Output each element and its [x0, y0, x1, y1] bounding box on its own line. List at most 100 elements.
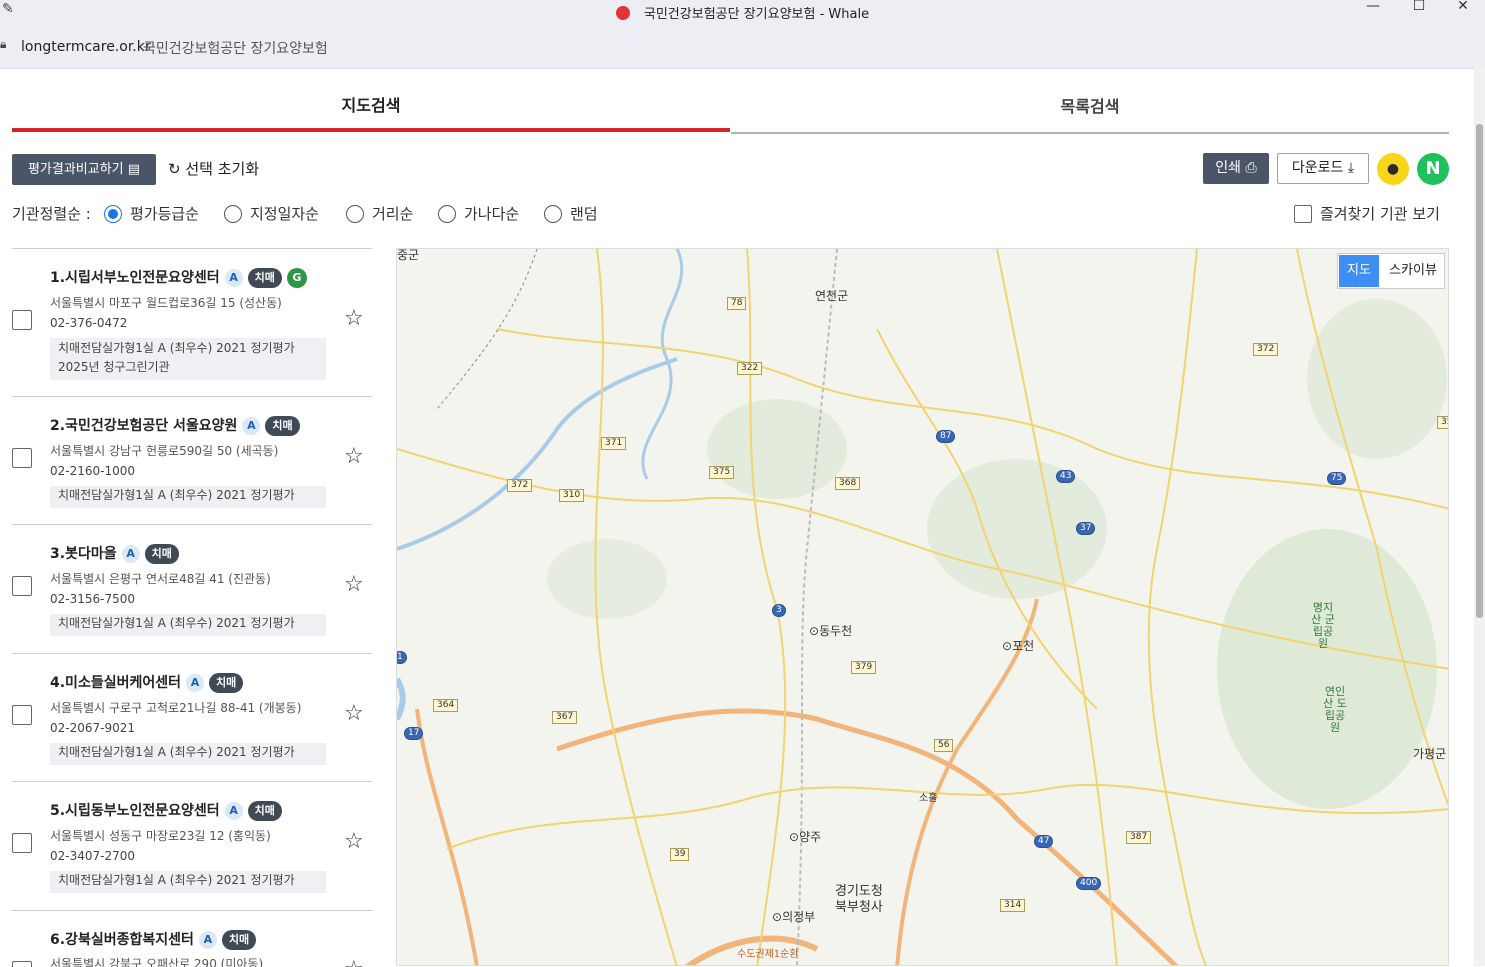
park-label: 연인산 도립공원: [1323, 685, 1347, 734]
route-shield: 310: [559, 489, 585, 502]
route-shield: 322: [737, 362, 763, 375]
list-item: 6.강북실버종합복지센터 A 치매 서울특별시 강북구 오패산로 290 (미아동)…: [12, 911, 372, 967]
tab-list-search[interactable]: 목록검색: [731, 88, 1449, 134]
search-tabs: 지도검색 목록검색: [12, 88, 1449, 136]
grade-badge: A: [224, 802, 243, 820]
radio-icon[interactable]: [224, 205, 242, 223]
facility-phone: 02-2160-1000: [50, 464, 136, 478]
sky-view-button[interactable]: 스카이뷰: [1384, 255, 1442, 287]
route-shield: 1: [397, 651, 407, 664]
route-shield: 3: [772, 604, 786, 617]
address-bar[interactable]: 🔒︎ longtermcare.or.kr 국민건강보험공단 장기요양보험: [0, 22, 1485, 69]
url-text[interactable]: longtermcare.or.kr: [21, 39, 151, 55]
facility-address: 서울특별시 강북구 오패산로 290 (미아동): [50, 957, 264, 967]
route-shield: 387: [1126, 831, 1152, 844]
facility-address: 서울특별시 성동구 마장로23길 12 (홍익동): [50, 829, 271, 843]
list-item: 3.봇다마을 A 치매 서울특별시 은평구 연서로48길 41 (진관동) 02-3…: [12, 525, 372, 654]
favorite-star-icon[interactable]: ☆: [344, 306, 364, 331]
route-shield: 372: [507, 479, 533, 492]
dementia-badge: 치매: [265, 416, 300, 436]
route-shield: 379: [851, 661, 877, 674]
place-label: ⊙의정부: [772, 910, 816, 924]
window-titlebar: ✎ 국민건강보험공단 장기요양보험 - Whale — ☐ ✕: [0, 0, 1485, 22]
reset-selection-button[interactable]: ↻ 선택 초기화: [168, 158, 259, 179]
naver-share-button[interactable]: N: [1417, 153, 1449, 185]
favorites-checkbox[interactable]: [1294, 205, 1312, 223]
facility-phone: 02-3407-2700: [50, 849, 136, 863]
route-shield: 75: [1327, 472, 1347, 485]
grade-badge: A: [121, 545, 140, 563]
radio-icon[interactable]: [346, 205, 364, 223]
kakao-share-button[interactable]: ●: [1377, 153, 1409, 185]
place-label: 경기도청 북부청사: [835, 884, 883, 915]
evaluation-tag: 치매전담실가형1실 A (최우수) 2021 정기평가: [50, 871, 326, 893]
facility-checkbox[interactable]: [12, 448, 32, 468]
list-item: 5.시립동부노인전문요양센터 A 치매 서울특별시 성동구 마장로23길 12 (홍…: [12, 782, 372, 911]
route-shield: 39: [670, 848, 690, 861]
map-view-button[interactable]: 지도: [1339, 255, 1379, 287]
download-button[interactable]: 다운로드 ⤓: [1277, 153, 1369, 184]
radio-icon[interactable]: [438, 205, 456, 223]
sort-option-random[interactable]: 랜덤: [544, 203, 598, 224]
route-shield: 375: [709, 466, 735, 479]
favorite-star-icon[interactable]: ☆: [344, 701, 364, 726]
place-label: 소흘: [919, 793, 938, 804]
facility-name[interactable]: 3.봇다마을 A 치매: [50, 543, 179, 564]
favorite-star-icon[interactable]: ☆: [344, 829, 364, 854]
route-shield: 78: [727, 297, 747, 310]
facility-checkbox[interactable]: [12, 705, 32, 725]
evaluation-tag: 치매전담실가형1실 A (최우수) 2021 정기평가: [50, 614, 326, 636]
route-shield: 314: [1000, 899, 1026, 912]
facility-checkbox[interactable]: [12, 310, 32, 330]
route-shield: 367: [552, 711, 578, 724]
grade-badge: A: [185, 674, 204, 692]
sort-option-grade[interactable]: 평가등급순: [104, 203, 199, 224]
lock-icon[interactable]: 🔒︎: [0, 37, 6, 52]
speech-bubble-icon: ●: [1386, 161, 1400, 177]
grade-badge: A: [224, 269, 243, 287]
radio-icon[interactable]: [544, 205, 562, 223]
evaluation-tag: 치매전담실가형1실 A (최우수) 2021 정기평가 2025년 청구그린기관: [50, 338, 326, 380]
favorite-star-icon[interactable]: ☆: [344, 444, 364, 469]
facility-name[interactable]: 5.시립동부노인전문요양센터 A 치매: [50, 800, 282, 821]
facility-name[interactable]: 6.강북실버종합복지센터 A 치매: [50, 929, 257, 950]
evaluation-tag: 치매전담실가형1실 A (최우수) 2021 정기평가: [50, 486, 326, 508]
route-shield: 400: [1076, 877, 1102, 890]
facility-name[interactable]: 1.시립서부노인전문요양센터 A 치매 G: [50, 267, 307, 288]
grade-badge: A: [242, 417, 261, 435]
facility-checkbox[interactable]: [12, 576, 32, 596]
facility-name[interactable]: 4.미소들실버케어센터 A 치매: [50, 672, 244, 693]
sort-option-alphabetical[interactable]: 가나다순: [438, 203, 519, 224]
minimize-button[interactable]: —: [1350, 0, 1396, 22]
sort-option-distance[interactable]: 거리순: [346, 203, 413, 224]
radio-selected-icon[interactable]: [104, 205, 122, 223]
facility-name[interactable]: 2.국민건강보험공단 서울요양원 A 치매: [50, 415, 300, 436]
favorites-toggle[interactable]: 즐겨찾기 기관 보기: [1294, 203, 1440, 224]
compare-results-button[interactable]: 평가결과비교하기 ▤: [12, 154, 156, 185]
print-button[interactable]: 인쇄 ⎙: [1203, 153, 1269, 184]
map-view[interactable]: 지도 스카이뷰 연천군 ⊙동두천 ⊙포천 ⊙양주 소흘 경기도청 북부청사 ⊙의…: [396, 248, 1449, 966]
map-canvas[interactable]: [397, 249, 1449, 966]
facility-checkbox[interactable]: [12, 833, 32, 853]
facility-address: 서울특별시 강남구 헌릉로590길 50 (세곡동): [50, 444, 279, 458]
route-shield: 368: [835, 477, 861, 490]
tab-map-search[interactable]: 지도검색: [12, 88, 730, 132]
page-scrollbar[interactable]: [1474, 68, 1485, 966]
route-shield: 56: [934, 739, 954, 752]
close-window-button[interactable]: ✕: [1440, 0, 1485, 22]
dementia-badge: 치매: [247, 801, 282, 821]
favorite-star-icon[interactable]: ☆: [344, 572, 364, 597]
sort-option-date[interactable]: 지정일자순: [224, 203, 319, 224]
place-label: 연천군: [815, 289, 849, 303]
route-shield: 87: [936, 430, 956, 443]
scrollbar-thumb[interactable]: [1476, 124, 1483, 618]
list-item: 4.미소들실버케어센터 A 치매 서울특별시 구로구 고척로21나길 88-41 (…: [12, 654, 372, 782]
facility-checkbox[interactable]: [12, 961, 32, 967]
maximize-button[interactable]: ☐: [1396, 0, 1442, 22]
site-favicon-icon: [615, 6, 630, 20]
place-label: ⊙포천: [1002, 639, 1035, 653]
route-shield: 47: [1034, 835, 1054, 848]
place-label: ⊙양주: [789, 830, 822, 844]
dementia-badge: 치매: [247, 268, 282, 288]
facility-phone: 02-3156-7500: [50, 592, 136, 606]
